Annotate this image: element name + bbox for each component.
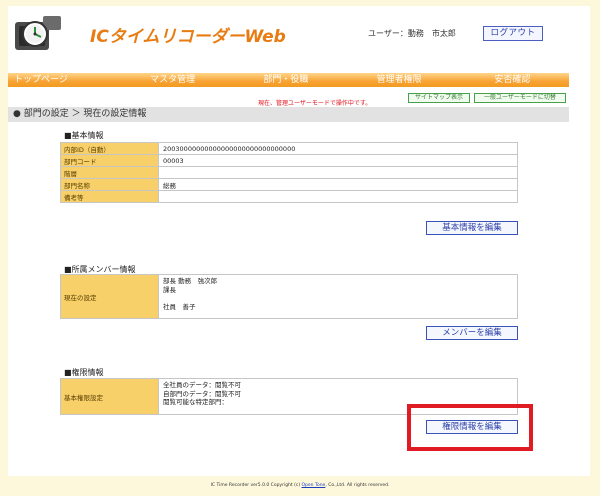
permission-line: 自部門のデータ：閲覧不可 [163,389,241,398]
footer: IC Time Recorder ver5.0.0 Copyright (c) … [0,483,600,488]
member-line: 部長 動務 強次郎 [163,277,218,285]
breadcrumb: ● 部門の設定 ＞ 現在の設定情報 [8,107,569,122]
footer-company-link[interactable]: Open Tone [302,483,326,488]
members-current-label: 現在の設定 [60,274,159,319]
members-current-value: 部長 動務 強次郎 課長 社員 善子 [158,274,518,319]
basic-info-title: ■基本情報 [64,131,104,140]
internal-id-value: 20030000000000000000000000000000 [158,142,518,155]
dept-code-label: 部門コード [60,154,159,167]
main-nav: トップページ マスタ管理 部門・役職 管理者権限 安否確認 [8,73,569,87]
app-title: ICタイムリコーダーWeb [90,27,286,47]
table-row: 備考等 [60,190,518,203]
logout-button[interactable]: ログアウト [483,26,543,41]
footer-copyright: IC Time Recorder ver5.0.0 Copyright (c) [210,483,302,488]
dept-name-label: 部門名称 [60,178,159,191]
sitemap-button[interactable]: サイトマップ表示 [408,93,470,103]
table-row: 部門名称 総務 [60,178,518,191]
footer-rights: , Co.,Ltd. All rights reserved. [325,483,390,488]
table-row: 階層 [60,166,518,179]
page: ICタイムリコーダーWeb ユーザー：動務 市太郎 ログアウト トップページ マ… [0,0,600,496]
permissions-title: ■権限情報 [64,368,104,377]
nav-admin[interactable]: 管理者権限 [342,73,455,87]
member-line [163,294,517,303]
table-row: 現在の設定 部長 動務 強次郎 課長 社員 善子 [60,274,518,319]
table-row: 内部ID（自動） 2003000000000000000000000000000… [60,142,518,155]
notes-label: 備考等 [60,190,159,203]
notes-value [158,190,518,203]
timerecorder-logo-icon [15,16,61,50]
hierarchy-label: 階層 [60,166,159,179]
nav-department[interactable]: 部門・役職 [229,73,342,87]
admin-mode-notice: 現在、管理ユーザーモードで操作中です。 [258,100,372,107]
dept-name-value: 総務 [158,178,518,191]
nav-master[interactable]: マスタ管理 [116,73,229,87]
members-table: 現在の設定 部長 動務 強次郎 課長 社員 善子 [60,274,518,319]
highlight-box [407,404,533,451]
permission-line: 全社員のデータ：閲覧不可 [163,381,241,389]
member-line: 課長 [163,285,176,294]
member-line: 社員 善子 [163,302,196,311]
current-user: ユーザー：動務 市太郎 [368,29,456,38]
nav-safety[interactable]: 安否確認 [456,73,569,87]
internal-id-label: 内部ID（自動） [60,142,159,155]
edit-members-button[interactable]: メンバーを編集 [426,326,518,340]
edit-basic-info-button[interactable]: 基本情報を編集 [426,221,518,235]
permissions-basic-label: 基本権限設定 [60,378,159,415]
nav-top[interactable]: トップページ [8,73,116,87]
basic-info-table: 内部ID（自動） 2003000000000000000000000000000… [60,142,518,203]
dept-code-value: 00003 [158,154,518,167]
table-row: 部門コード 00003 [60,154,518,167]
hierarchy-value [158,166,518,179]
general-mode-button[interactable]: 一般ユーザーモードに切替 [474,93,566,103]
